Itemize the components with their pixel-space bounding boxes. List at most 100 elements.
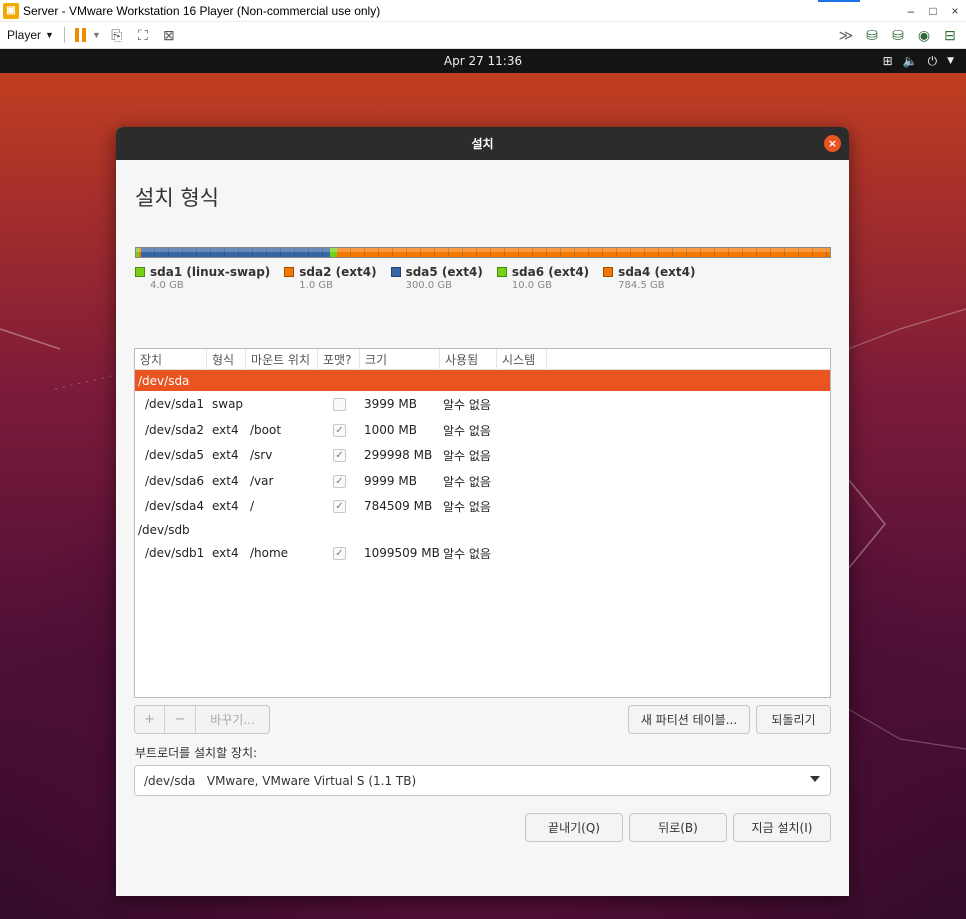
revert-button[interactable]: 되돌리기 — [756, 705, 831, 734]
installer-window-title: 설치 — [471, 137, 494, 151]
system-status-menu[interactable]: ⊞ 🔈 ⏻ ▼ — [883, 54, 954, 69]
chevron-down-icon: ▼ — [45, 30, 54, 40]
partition-used: 알수 없음 — [443, 423, 491, 438]
partition-edit-buttons: + − 바꾸기... — [134, 705, 270, 734]
column-header[interactable]: 포맷? — [318, 349, 360, 369]
legend-item: sda1 (linux-swap) 4.0 GB — [135, 265, 270, 291]
titlebar-accent — [818, 0, 860, 2]
partition-used: 알수 없음 — [443, 448, 491, 463]
partition-type: ext4 — [212, 474, 239, 488]
clock[interactable]: Apr 27 11:36 — [0, 54, 966, 68]
gnome-top-bar: Apr 27 11:36 ⊞ 🔈 ⏻ ▼ — [0, 49, 966, 73]
legend-size: 4.0 GB — [150, 280, 184, 291]
partition-size: 3999 MB — [364, 397, 417, 411]
device-name: /dev/sda — [138, 373, 190, 388]
format-checkbox[interactable]: ✓ — [333, 474, 346, 488]
legend-swatch — [496, 267, 507, 277]
partition-size: 1000 MB — [364, 423, 417, 437]
partition-mount: /boot — [250, 423, 282, 437]
legend-item: sda4 (ext4) 784.5 GB — [603, 265, 695, 291]
network-adapter-icon[interactable]: ⊟ — [940, 26, 960, 44]
player-menu-label: Player — [7, 28, 42, 42]
legend-size: 1.0 GB — [299, 280, 333, 291]
pause-menu-chevron-icon[interactable]: ▼ — [92, 30, 101, 40]
cd-drive-icon[interactable]: ◉ — [914, 26, 934, 44]
partition-type: ext4 — [212, 448, 239, 462]
legend-swatch — [603, 267, 614, 277]
partition-used: 알수 없음 — [443, 474, 491, 489]
legend-size: 300.0 GB — [405, 280, 452, 291]
toolbar-divider — [63, 27, 65, 43]
partition-device: /dev/sda5 — [145, 448, 205, 462]
partition-table: 장치 형식 마운트 위치 포맷? 크기 사용됨 시스템 /dev/sda/dev/sda1 s… — [134, 348, 831, 698]
partition-size: 299998 MB — [364, 448, 433, 462]
send-ctrl-alt-del-icon[interactable]: ⎘ — [107, 26, 127, 44]
fit-guest-icon[interactable]: ⛶ — [133, 26, 153, 44]
device-row[interactable]: /dev/sdb — [135, 518, 830, 542]
partition-row[interactable]: /dev/sda4 ext4 / ✓ 784509 MB 알수 없음 — [135, 494, 830, 518]
remove-partition-button[interactable]: − — [165, 706, 196, 733]
partition-bar-segment — [336, 248, 830, 257]
format-checkbox[interactable]: ✓ — [333, 546, 346, 560]
pause-button[interactable] — [74, 28, 86, 42]
player-menu[interactable]: Player ▼ — [0, 28, 54, 42]
partition-type: swap — [212, 397, 244, 411]
hard-disk-2-icon[interactable]: ⛁ — [888, 26, 908, 44]
quit-button[interactable]: 끝내기(Q) — [525, 813, 623, 842]
partition-mount: /home — [250, 546, 289, 560]
column-header[interactable]: 마운트 위치 — [246, 349, 318, 369]
partition-mount: /srv — [250, 448, 273, 462]
column-header[interactable]: 사용됨 — [440, 349, 497, 369]
maximize-button[interactable]: □ — [922, 4, 944, 18]
legend-item: sda2 (ext4) 1.0 GB — [284, 265, 377, 291]
legend-label: sda1 (linux-swap) — [150, 265, 271, 279]
format-checkbox[interactable] — [333, 397, 346, 411]
legend-item: sda6 (ext4) 10.0 GB — [496, 265, 590, 291]
unity-mode-icon[interactable]: ⊠ — [159, 26, 179, 44]
legend-swatch — [390, 267, 401, 277]
close-icon[interactable]: × — [824, 135, 841, 152]
device-row[interactable]: /dev/sda — [135, 370, 830, 391]
partition-used: 알수 없음 — [443, 397, 491, 412]
column-header[interactable]: 장치 — [135, 349, 207, 369]
back-button[interactable]: 뒤로(B) — [629, 813, 727, 842]
partition-size: 784509 MB — [364, 499, 433, 513]
column-header[interactable]: 시스템 — [497, 349, 547, 369]
partition-row[interactable]: /dev/sda2 ext4/boot ✓ 1000 MB 알수 없음 — [135, 418, 830, 442]
partition-row[interactable]: /dev/sda1 swap 3999 MB 알수 없음 — [135, 392, 830, 416]
minimize-button[interactable]: – — [900, 4, 922, 18]
partition-device: /dev/sda4 — [145, 499, 205, 513]
partition-device: /dev/sda6 — [145, 474, 205, 488]
legend-label: sda5 (ext4) — [405, 265, 483, 279]
format-checkbox[interactable]: ✓ — [333, 423, 346, 437]
legend-label: sda2 (ext4) — [299, 265, 377, 279]
partition-used: 알수 없음 — [443, 546, 491, 561]
install-now-button[interactable]: 지금 설치(I) — [733, 813, 831, 842]
new-partition-table-button[interactable]: 새 파티션 테이블... — [628, 705, 750, 734]
partition-device: /dev/sdb1 — [145, 546, 205, 560]
volume-icon: 🔈 — [902, 54, 918, 68]
partition-row[interactable]: /dev/sda6 ext4/var ✓ 9999 MB 알수 없음 — [135, 469, 830, 493]
change-partition-button[interactable]: 바꾸기... — [196, 706, 269, 733]
bootloader-label: 부트로더를 설치할 장치: — [135, 746, 258, 760]
vmware-titlebar: ▣ Server - VMware Workstation 16 Player … — [0, 0, 966, 22]
legend-label: sda6 (ext4) — [511, 265, 590, 279]
legend-item: sda5 (ext4) 300.0 GB — [390, 265, 483, 291]
partition-device: /dev/sda2 — [145, 423, 205, 437]
bootloader-device-select[interactable]: /dev/sda VMware, VMware Virtual S (1.1 T… — [134, 765, 831, 796]
add-partition-button[interactable]: + — [135, 706, 165, 733]
partition-used: 알수 없음 — [443, 499, 491, 514]
legend-label: sda4 (ext4) — [618, 265, 696, 279]
partition-bar-segment — [140, 248, 331, 257]
column-header[interactable]: 크기 — [360, 349, 440, 369]
column-header[interactable]: 형식 — [207, 349, 246, 369]
device-name: /dev/sdb — [138, 523, 190, 537]
partition-row[interactable]: /dev/sdb1 ext4/home ✓ 1099509 MB 알수 없음 — [135, 541, 830, 565]
partition-row[interactable]: /dev/sda5 ext4/srv ✓ 299998 MB 알수 없음 — [135, 443, 830, 467]
close-window-button[interactable]: × — [944, 4, 966, 18]
format-checkbox[interactable]: ✓ — [333, 499, 346, 513]
format-checkbox[interactable]: ✓ — [333, 448, 346, 462]
hard-disk-icon[interactable]: ⛁ — [862, 26, 882, 44]
more-devices-icon[interactable]: ≫ — [836, 26, 856, 44]
chevron-down-icon: ▼ — [947, 56, 954, 66]
